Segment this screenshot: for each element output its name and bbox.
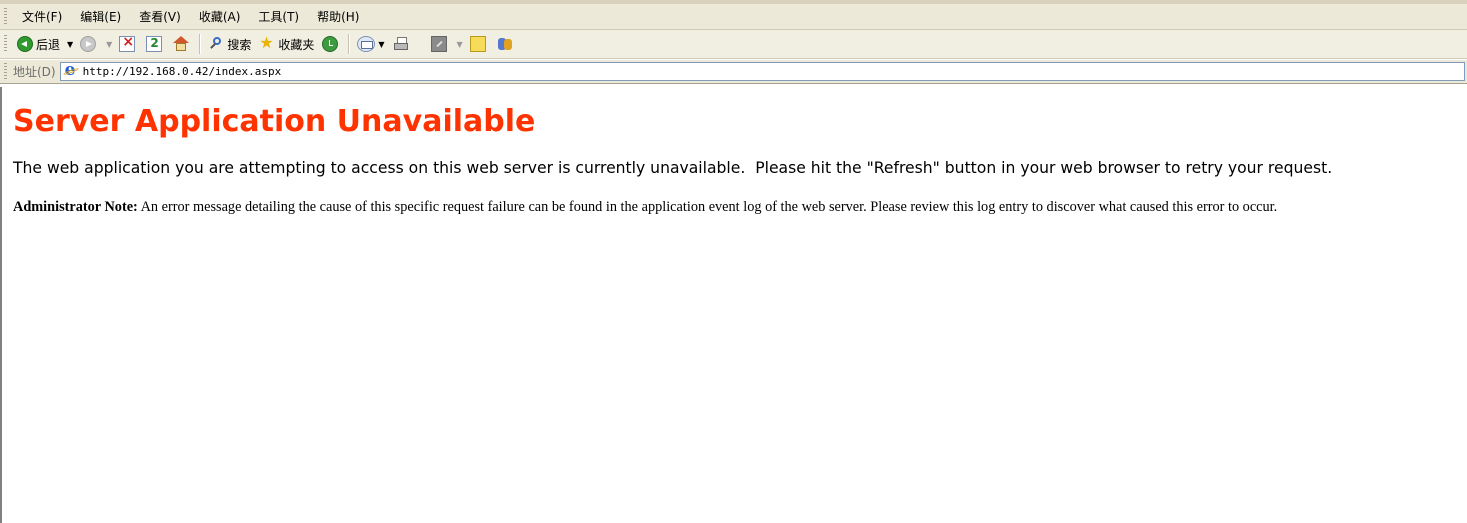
admin-note: Administrator Note: An error message det… (13, 199, 1277, 216)
edit-button[interactable] (428, 33, 453, 55)
stop-icon (119, 34, 136, 52)
history-button[interactable] (319, 33, 344, 55)
admin-note-text: An error message detailing the cause of … (137, 199, 1278, 215)
back-icon (17, 36, 33, 52)
back-label: 后退 (36, 37, 61, 52)
edit-icon (430, 36, 447, 52)
page-content: Server Application Unavailable The web a… (0, 87, 1467, 523)
ie-page-icon (63, 60, 79, 80)
search-icon (208, 36, 224, 52)
search-button[interactable]: 搜索 (205, 33, 254, 55)
favorites-label: 收藏夹 (278, 37, 315, 52)
discuss-icon (469, 36, 486, 52)
address-bar: 地址(D) http://192.168.0.42/index.aspx (0, 60, 1467, 84)
messenger-icon (497, 36, 513, 52)
search-label: 搜索 (227, 37, 252, 52)
toolbar-grip[interactable] (4, 35, 7, 53)
menu-favorites[interactable]: 收藏(A) (190, 8, 250, 25)
home-icon (173, 36, 190, 52)
menu-tools[interactable]: 工具(T) (249, 8, 308, 25)
print-icon (393, 36, 409, 52)
favorites-icon (259, 33, 275, 52)
forward-button[interactable] (77, 33, 102, 55)
address-input[interactable]: http://192.168.0.42/index.aspx (59, 60, 1465, 81)
print-button[interactable] (390, 33, 415, 55)
page-title: Server Application Unavailable (13, 104, 536, 139)
addressbar-grip[interactable] (4, 62, 7, 81)
home-button[interactable] (170, 33, 195, 55)
back-dropdown-arrow[interactable]: ▼ (67, 40, 73, 49)
history-icon (322, 36, 339, 52)
menu-file[interactable]: 文件(F) (13, 8, 71, 25)
address-label: 地址(D) (13, 65, 56, 79)
menu-edit[interactable]: 编辑(E) (71, 8, 130, 25)
edit-dropdown-arrow[interactable]: ▼ (457, 40, 463, 49)
menu-help[interactable]: 帮助(H) (308, 8, 368, 25)
address-url[interactable]: http://192.168.0.42/index.aspx (83, 65, 282, 78)
mail-icon (357, 36, 376, 52)
forward-dropdown-arrow[interactable]: ▼ (106, 40, 112, 49)
toolbar-separator (348, 34, 351, 54)
messenger-button[interactable] (494, 33, 519, 55)
standard-toolbar: 后退 ▼ ▼ 搜索 收藏夹 ▼ ▼ (0, 30, 1467, 59)
favorites-button[interactable]: 收藏夹 (256, 33, 317, 55)
menu-bar: 文件(F) 编辑(E) 查看(V) 收藏(A) 工具(T) 帮助(H) (0, 0, 1467, 30)
stop-button[interactable] (116, 33, 141, 55)
mail-dropdown-arrow: ▼ (378, 39, 385, 49)
toolbar-separator (199, 34, 202, 54)
forward-icon (80, 36, 97, 52)
menubar-grip[interactable] (4, 7, 7, 26)
mail-button[interactable]: ▼ (354, 33, 387, 55)
back-button[interactable]: 后退 (14, 33, 63, 55)
error-message: The web application you are attempting t… (13, 159, 1333, 177)
admin-note-label: Administrator Note: (13, 199, 138, 215)
refresh-icon (146, 36, 163, 52)
discuss-button[interactable] (467, 33, 492, 55)
refresh-button[interactable] (143, 33, 168, 55)
menu-view[interactable]: 查看(V) (130, 8, 190, 25)
